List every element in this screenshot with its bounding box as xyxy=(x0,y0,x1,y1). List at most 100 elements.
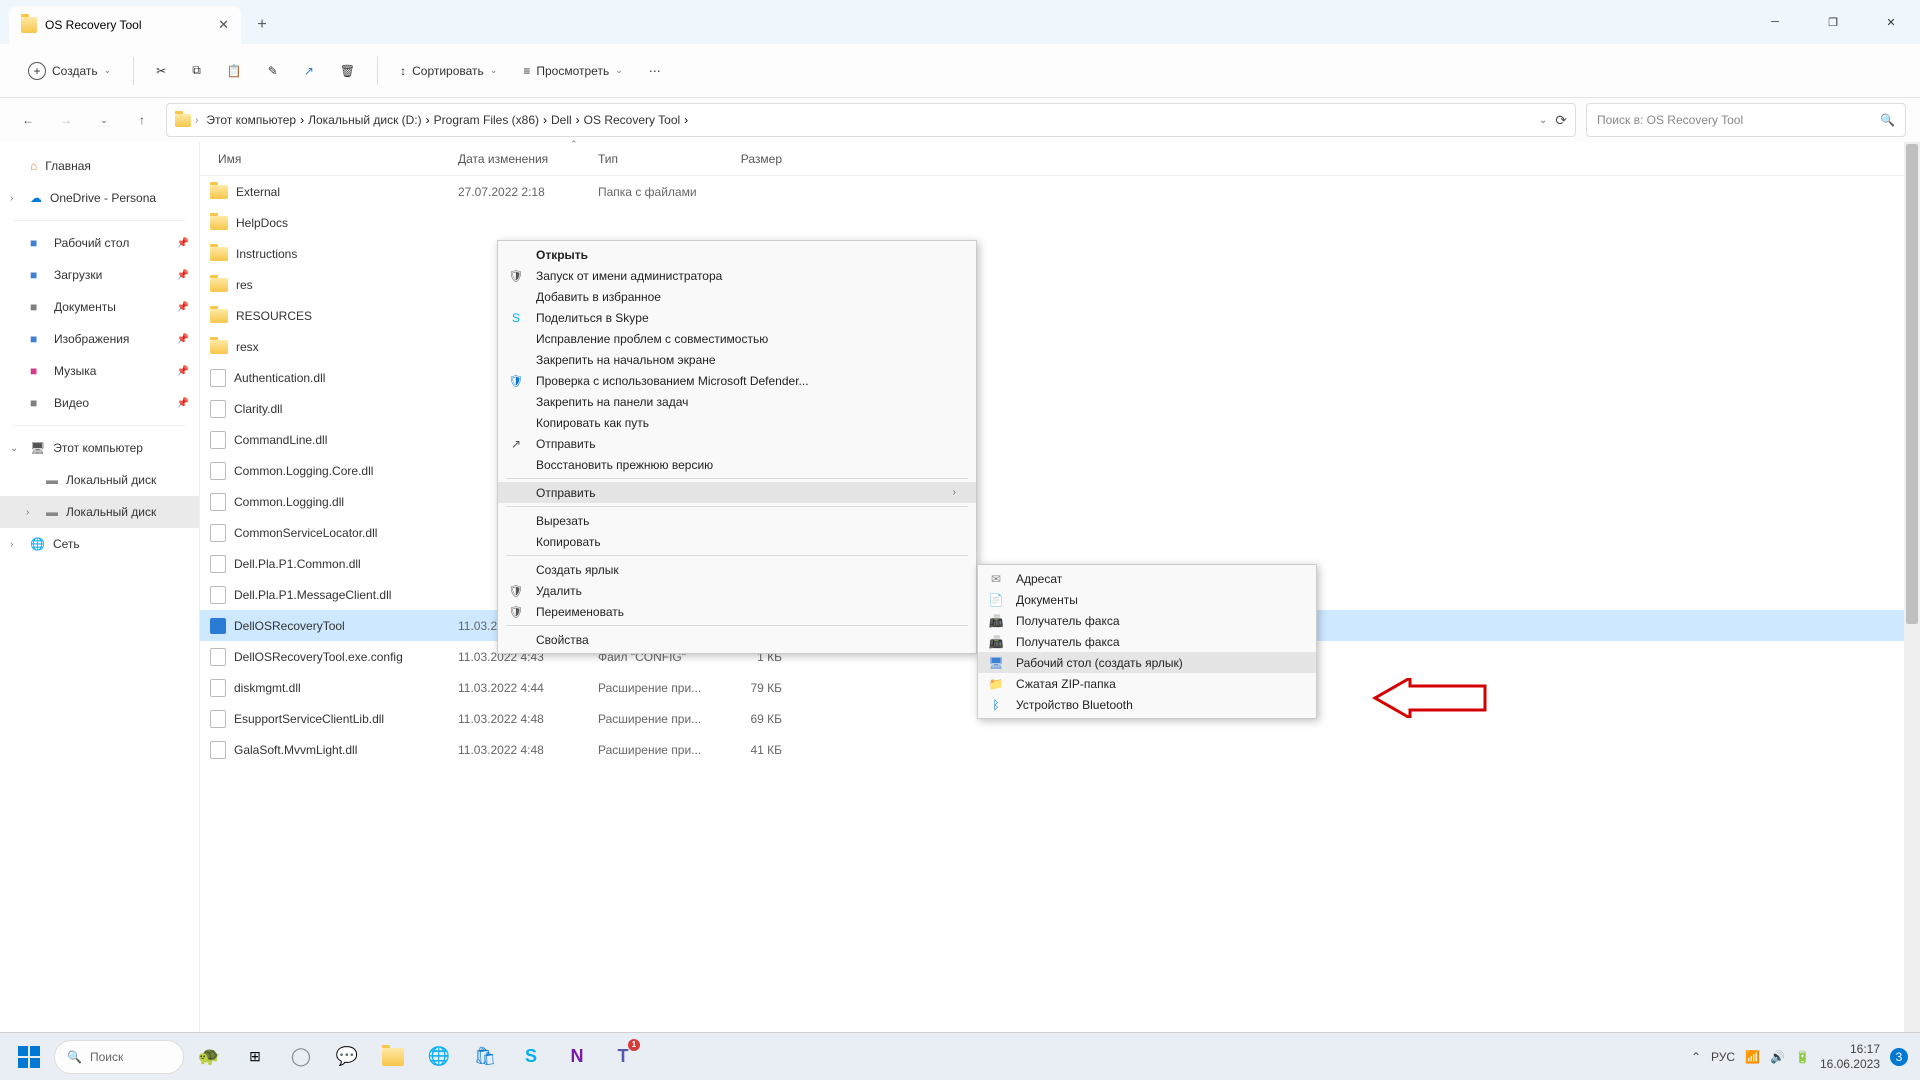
view-button[interactable]: ≡ Просмотреть ⌄ xyxy=(513,53,632,89)
file-row[interactable]: GalaSoft.MvvmLight.dll11.03.2022 4:48Рас… xyxy=(200,734,1920,765)
pin-icon[interactable]: 📌 xyxy=(177,334,189,345)
start-button[interactable] xyxy=(8,1037,50,1077)
chevron-down-icon[interactable]: ⌄ xyxy=(1539,115,1547,126)
tray-chevron-icon[interactable]: ⌃ xyxy=(1691,1050,1701,1064)
file-row[interactable]: HelpDocs xyxy=(200,207,1920,238)
notification-badge[interactable]: 3 xyxy=(1890,1048,1908,1066)
taskbar-app-taskview[interactable]: ⊞ xyxy=(234,1037,276,1077)
file-row[interactable]: CommonServiceLocator.dll xyxy=(200,517,1920,548)
col-type[interactable]: Тип xyxy=(590,152,710,166)
sidebar-quick-item[interactable]: ■Изображения📌 xyxy=(0,323,199,355)
cut-button[interactable]: ✂ xyxy=(146,53,176,89)
search-input[interactable]: Поиск в: OS Recovery Tool 🔍 xyxy=(1586,103,1906,137)
back-button[interactable]: ← xyxy=(14,106,42,134)
file-row[interactable]: Clarity.dll xyxy=(200,393,1920,424)
tray-clock[interactable]: 16:17 16.06.2023 xyxy=(1820,1042,1880,1071)
share-button[interactable]: ↗ xyxy=(294,53,324,89)
chevron-right-icon[interactable]: › xyxy=(10,193,13,204)
col-name[interactable]: Имя xyxy=(210,152,450,166)
col-date[interactable]: Дата изменения xyxy=(450,152,590,166)
file-row[interactable]: RESOURCES xyxy=(200,300,1920,331)
menu-item[interactable]: Добавить в избранное xyxy=(498,286,976,307)
menu-item[interactable]: Свойства xyxy=(498,629,976,650)
file-row[interactable]: resx xyxy=(200,331,1920,362)
menu-item[interactable]: 🛡Переименовать xyxy=(498,601,976,622)
new-tab-button[interactable]: + xyxy=(245,8,279,42)
file-row[interactable]: Instructions xyxy=(200,238,1920,269)
menu-item[interactable]: Копировать xyxy=(498,531,976,552)
sidebar-quick-item[interactable]: ■Рабочий стол📌 xyxy=(0,227,199,259)
sidebar-item-thispc[interactable]: ⌄ 🖥 Этот компьютер xyxy=(0,432,199,464)
taskbar-app-teams2[interactable]: T1 xyxy=(602,1037,644,1077)
window-tab[interactable]: OS Recovery Tool ✕ xyxy=(9,6,241,44)
submenu-item[interactable]: 📁Сжатая ZIP-папка xyxy=(978,673,1316,694)
taskbar-app-teams[interactable]: 💬 xyxy=(326,1037,368,1077)
taskbar-app-turtle[interactable]: 🐢 xyxy=(188,1037,230,1077)
tray-language[interactable]: РУС xyxy=(1711,1050,1735,1064)
submenu-item[interactable]: ᛒУстройство Bluetooth xyxy=(978,694,1316,715)
file-row[interactable]: Common.Logging.Core.dll xyxy=(200,455,1920,486)
pin-icon[interactable]: 📌 xyxy=(177,366,189,377)
col-size[interactable]: Размер xyxy=(710,152,790,166)
rename-button[interactable]: ✎ xyxy=(258,53,288,89)
tab-close-icon[interactable]: ✕ xyxy=(218,17,229,33)
sidebar-quick-item[interactable]: ■Музыка📌 xyxy=(0,355,199,387)
submenu-item[interactable]: ✉Адресат xyxy=(978,568,1316,589)
sidebar-item-disk[interactable]: ▬ Локальный диск xyxy=(0,464,199,496)
submenu-item[interactable]: 🖥Рабочий стол (создать ярлык) xyxy=(978,652,1316,673)
sidebar-item-onedrive[interactable]: › ☁ OneDrive - Persona xyxy=(0,182,199,214)
create-button[interactable]: + Создать ⌄ xyxy=(18,53,121,89)
minimize-button[interactable]: ─ xyxy=(1746,0,1804,44)
menu-item[interactable]: ↗Отправить xyxy=(498,433,976,454)
scrollbar-thumb[interactable] xyxy=(1906,144,1918,624)
menu-item[interactable]: Восстановить прежнюю версию xyxy=(498,454,976,475)
file-row[interactable]: External27.07.2022 2:18Папка с файлами xyxy=(200,176,1920,207)
submenu-item[interactable]: 📄Документы xyxy=(978,589,1316,610)
taskbar-app-chrome[interactable]: ◯ xyxy=(280,1037,322,1077)
taskbar-app-skype[interactable]: S xyxy=(510,1037,552,1077)
close-button[interactable]: ✕ xyxy=(1862,0,1920,44)
submenu-item[interactable]: 📠Получатель факса xyxy=(978,610,1316,631)
copy-button[interactable]: ⧉ xyxy=(182,53,211,89)
sidebar-quick-item[interactable]: ■Видео📌 xyxy=(0,387,199,419)
menu-item[interactable]: SПоделиться в Skype xyxy=(498,307,976,328)
paste-button[interactable]: 📋 xyxy=(217,53,252,89)
maximize-button[interactable]: ❐ xyxy=(1804,0,1862,44)
volume-icon[interactable]: 🔊 xyxy=(1770,1050,1785,1064)
menu-item[interactable]: Закрепить на начальном экране xyxy=(498,349,976,370)
breadcrumb-item[interactable]: Dell xyxy=(547,111,576,129)
menu-item[interactable]: Открыть xyxy=(498,244,976,265)
sidebar-quick-item[interactable]: ■Загрузки📌 xyxy=(0,259,199,291)
delete-button[interactable]: 🗑 xyxy=(330,53,365,89)
file-row[interactable]: res xyxy=(200,269,1920,300)
breadcrumb-item[interactable]: Program Files (x86) xyxy=(430,111,543,129)
breadcrumb-bar[interactable]: › Этот компьютер›Локальный диск (D:)›Pro… xyxy=(166,103,1576,137)
refresh-button[interactable]: ⟳ xyxy=(1555,112,1567,129)
pin-icon[interactable]: 📌 xyxy=(177,302,189,313)
more-button[interactable]: ⋯ xyxy=(639,53,671,89)
sidebar-item-network[interactable]: › 🌐 Сеть xyxy=(0,528,199,560)
menu-item[interactable]: Исправление проблем с совместимостью xyxy=(498,328,976,349)
pin-icon[interactable]: 📌 xyxy=(177,270,189,281)
taskbar-app-onenote[interactable]: N xyxy=(556,1037,598,1077)
file-row[interactable]: Common.Logging.dll xyxy=(200,486,1920,517)
scrollbar-track[interactable] xyxy=(1904,142,1920,1043)
file-row[interactable]: CommandLine.dll xyxy=(200,424,1920,455)
sort-button[interactable]: ↕ Сортировать ⌄ xyxy=(390,53,507,89)
chevron-right-icon[interactable]: › xyxy=(10,539,13,550)
sidebar-quick-item[interactable]: ■Документы📌 xyxy=(0,291,199,323)
breadcrumb-item[interactable]: OS Recovery Tool xyxy=(580,111,685,129)
up-button[interactable]: ↑ xyxy=(128,106,156,134)
recent-dropdown[interactable]: ⌄ xyxy=(90,106,118,134)
sidebar-item-home[interactable]: ⌂ Главная xyxy=(0,150,199,182)
menu-item[interactable]: Вырезать xyxy=(498,510,976,531)
menu-item[interactable]: Создать ярлык xyxy=(498,559,976,580)
menu-item[interactable]: Закрепить на панели задач xyxy=(498,391,976,412)
forward-button[interactable]: → xyxy=(52,106,80,134)
menu-item[interactable]: 🛡Удалить xyxy=(498,580,976,601)
menu-item[interactable]: Отправить› xyxy=(498,482,976,503)
sidebar-item-disk-selected[interactable]: › ▬ Локальный диск xyxy=(0,496,199,528)
wifi-icon[interactable]: 📶 xyxy=(1745,1050,1760,1064)
breadcrumb-item[interactable]: Локальный диск (D:) xyxy=(304,111,426,129)
menu-item[interactable]: 🛡Запуск от имени администратора xyxy=(498,265,976,286)
